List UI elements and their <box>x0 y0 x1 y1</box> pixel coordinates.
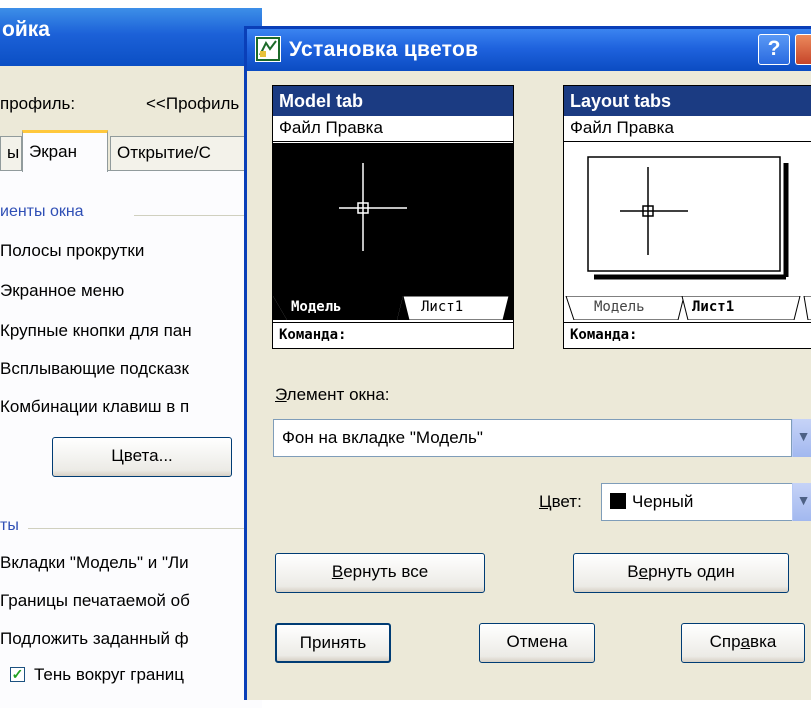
close-button[interactable] <box>795 34 811 65</box>
color-label-text: вет: <box>551 492 582 511</box>
element-select-dropdown-icon[interactable]: ▼ <box>792 419 811 457</box>
layout-preview-tab-inactive: Модель <box>594 299 645 315</box>
color-select-value: Черный <box>632 492 694 511</box>
group-layout-elements-title: ты <box>0 517 19 534</box>
color-label: Цвет: <box>539 492 582 512</box>
model-preview-tabs: Модель Лист1 <box>273 296 513 320</box>
profile-label: профиль: <box>0 94 76 113</box>
model-tab-preview[interactable]: Model tab Файл Правка Модель Лист1 Коман… <box>272 85 514 349</box>
profile-value: <<Профиль <box>146 94 240 113</box>
option-paper-background[interactable]: Подложить заданный ф <box>0 629 189 649</box>
color-select-dropdown-icon[interactable]: ▼ <box>792 483 811 521</box>
color-swatch <box>610 493 626 509</box>
tab-label: Экран <box>29 142 77 161</box>
model-preview-tab-inactive: Лист1 <box>421 299 464 315</box>
color-select[interactable]: Черный <box>601 483 793 521</box>
dialog-title: Установка цветов <box>289 38 479 61</box>
restore-one-label: рнуть один <box>648 562 735 581</box>
option-tooltips[interactable]: Всплывающие подсказк <box>0 359 189 379</box>
group-divider <box>28 528 262 529</box>
option-screen-menu[interactable]: Экранное меню <box>0 281 124 301</box>
model-preview-command: Команда: <box>273 322 513 348</box>
layout-preview-command: Команда: <box>564 322 811 348</box>
model-preview-canvas[interactable] <box>273 143 513 296</box>
option-printable-area[interactable]: Границы печатаемой об <box>0 591 190 611</box>
restore-all-label: ернуть все <box>343 562 429 581</box>
layout-preview-header: Layout tabs <box>564 86 811 116</box>
option-large-buttons[interactable]: Крупные кнопки для пан <box>0 321 192 341</box>
help-label-end: вка <box>750 632 777 651</box>
restore-all-button[interactable]: Вернуть все <box>275 553 485 593</box>
drawing-colors-dialog: Установка цветов ? Model tab Файл Правка… <box>244 26 811 700</box>
help-button[interactable]: Справка <box>681 623 805 663</box>
paper-shadow-checkbox[interactable]: ✓ <box>10 667 25 682</box>
paper-sheet-icon <box>587 156 789 280</box>
options-title: ойка <box>2 18 50 41</box>
option-shortcut-keys[interactable]: Комбинации клавиш в п <box>0 397 189 417</box>
restore-one-label-start: В <box>627 562 639 581</box>
group-window-elements-title: иенты окна <box>0 203 84 220</box>
restore-one-button[interactable]: Вернуть один <box>573 553 789 593</box>
element-label-text: лемент окна: <box>286 385 390 404</box>
cancel-button[interactable]: Отмена <box>479 623 595 663</box>
element-label: Элемент окна: <box>275 385 390 405</box>
tab-label: Открытие/С <box>117 143 211 162</box>
accept-button[interactable]: Принять <box>275 623 391 663</box>
accelerator-key: а <box>740 632 751 651</box>
model-preview-menu: Файл Правка <box>273 116 513 142</box>
tab-screen[interactable]: Экран <box>22 130 108 172</box>
model-preview-header: Model tab <box>273 86 513 116</box>
tab-partial-left[interactable]: ы <box>0 136 22 170</box>
accelerator-key: Ц <box>539 492 552 511</box>
dialog-title-bar[interactable]: Установка цветов ? <box>247 29 811 71</box>
model-preview-tab-active: Модель <box>291 299 342 315</box>
option-layout-model-tabs[interactable]: Вкладки "Модель" и "Ли <box>0 553 189 573</box>
options-window: ойка профиль: <<Профиль ы Экран Открытие… <box>0 8 262 708</box>
option-scrollbars[interactable]: Полосы прокрутки <box>0 241 144 261</box>
tab-label: ы <box>7 143 20 162</box>
help-title-button[interactable]: ? <box>758 34 790 65</box>
layout-preview-canvas[interactable] <box>564 143 811 296</box>
crosshair-icon <box>339 163 407 251</box>
layout-preview-tabs: Модель Лист1 <box>564 296 811 320</box>
app-icon <box>255 36 281 62</box>
accelerator-key: е <box>638 562 649 581</box>
options-title-bar: ойка <box>0 8 262 66</box>
layout-preview-menu: Файл Правка <box>564 116 811 142</box>
tab-open-save[interactable]: Открытие/С <box>110 136 262 170</box>
element-select[interactable]: Фон на вкладке "Модель" <box>273 419 792 457</box>
group-divider <box>134 215 262 216</box>
accelerator-key: Э <box>275 385 287 404</box>
paper-shadow-label: Тень вокруг границ <box>34 665 185 684</box>
colors-button[interactable]: Цвета... <box>52 437 232 477</box>
help-label-start: Спр <box>709 632 741 651</box>
accelerator-key: В <box>331 562 344 581</box>
layout-tabs-preview[interactable]: Layout tabs Файл Правка Модель Лист1 Ком… <box>563 85 811 349</box>
layout-preview-tab-active: Лист1 <box>692 299 735 315</box>
tab-panel: иенты окна Полосы прокрутки Экранное мен… <box>0 170 262 708</box>
